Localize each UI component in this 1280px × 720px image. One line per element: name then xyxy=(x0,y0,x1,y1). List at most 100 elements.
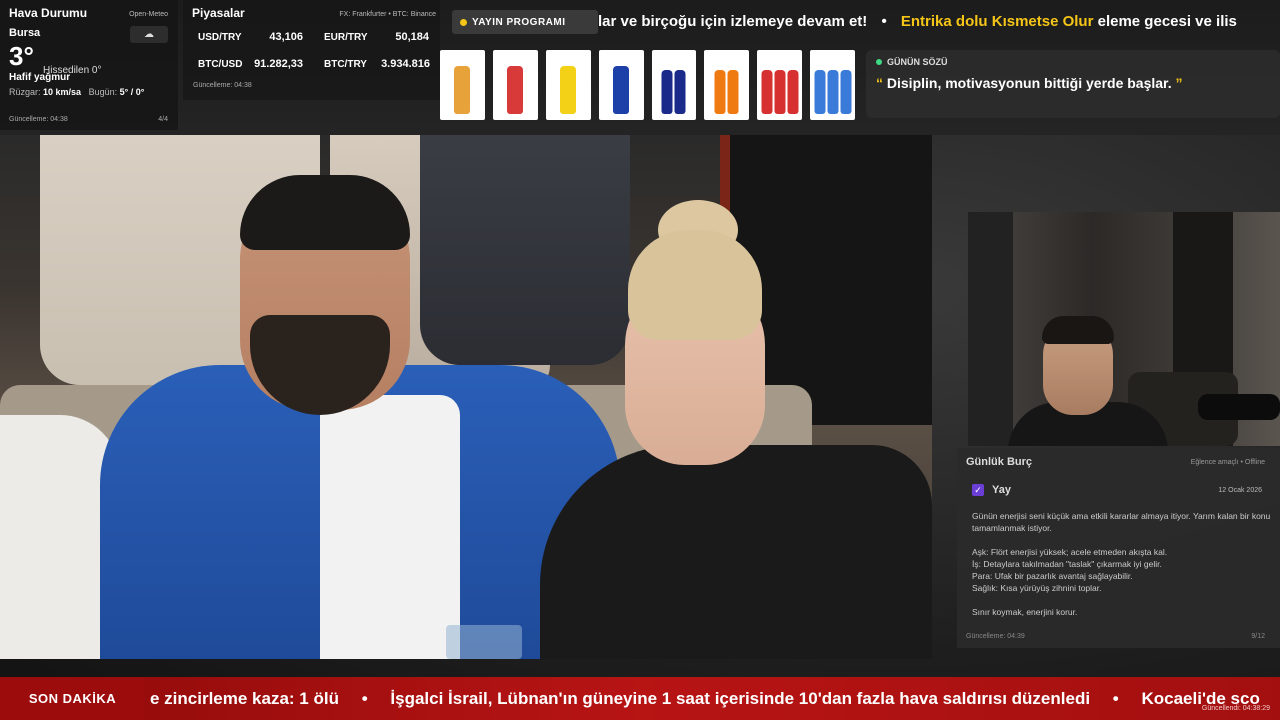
bottle-icon xyxy=(727,70,739,114)
market-pair: USD/TRY xyxy=(198,32,242,43)
market-value: 3.934.816 xyxy=(381,58,430,70)
markets-widget: Piyasalar FX: Frankfurter • BTC: Binance… xyxy=(183,0,440,100)
product-blue-can xyxy=(598,50,644,120)
webcam-feed xyxy=(968,212,1280,446)
news-item: e zincirleme kaza: 1 ölü xyxy=(150,689,339,708)
ticker-separator: • xyxy=(881,13,887,30)
market-pair: BTC/TRY xyxy=(324,59,367,70)
bottle-icon xyxy=(661,70,673,114)
breaking-news-updated: Güncellendi: 04:38:29 xyxy=(1201,705,1270,712)
dot-icon xyxy=(460,18,467,26)
weather-feels: Hissedilen 0° xyxy=(43,65,102,76)
horoscope-meta: Eğlence amaçlı • Offline xyxy=(1190,459,1265,466)
bottle-icon xyxy=(454,66,471,114)
horoscope-updated: Güncelleme: 04:39 xyxy=(966,633,1025,640)
quote-title: GÜNÜN SÖZÜ xyxy=(887,57,948,67)
bottle-icon xyxy=(507,66,524,114)
quote-close-mark: ” xyxy=(1175,75,1183,91)
horoscope-health: Sağlık: Kısa yürüyüş zihnini toplar. xyxy=(972,582,1272,594)
video-glass xyxy=(446,625,522,659)
money-label: Para: xyxy=(972,571,993,581)
cloud-rain-icon: ☁ xyxy=(130,26,168,43)
love-label: Aşk: xyxy=(972,547,989,557)
money-text: Ufak bir pazarlık avantaj sağlayabilir. xyxy=(994,571,1133,581)
video-man-shirt xyxy=(320,395,460,659)
schedule-badge: YAYIN PROGRAMI xyxy=(452,10,598,34)
product-orange-drink-bottles xyxy=(704,50,750,120)
product-water-bottles-blue xyxy=(810,50,855,120)
weather-page: 4/4 xyxy=(158,116,168,123)
weather-source: Open-Meteo xyxy=(129,11,168,18)
love-text: Flört enerjisi yüksek; acele etmeden akı… xyxy=(990,547,1168,557)
breaking-news-bar: SON DAKİKA e zincirleme kaza: 1 ölü • İş… xyxy=(0,677,1280,720)
horoscope-widget: Günlük Burç Eğlence amaçlı • Offline ✓ Y… xyxy=(957,448,1280,648)
markets-updated: Güncelleme: 04:38 xyxy=(193,82,252,89)
market-value: 50,184 xyxy=(395,31,429,43)
news-item: İşgalci İsrail, Lübnan'ın güneyine 1 saa… xyxy=(390,689,1091,708)
markets-source: FX: Frankfurter • BTC: Binance xyxy=(339,11,436,18)
check-icon: ✓ xyxy=(972,484,984,496)
bottle-icon xyxy=(613,66,630,114)
horoscope-date: 12 Ocak 2026 xyxy=(1218,486,1262,494)
quote-text-row: “ Disiplin, motivasyonun bittiği yerde b… xyxy=(876,75,1270,91)
top-bar: Hava Durumu Open-Meteo Bursa ☁ 3° Hissed… xyxy=(0,0,1280,135)
bottle-icon xyxy=(714,70,726,114)
video-woman-jacket xyxy=(540,445,932,659)
video-woman-hair xyxy=(628,230,762,340)
cam-door xyxy=(968,212,1013,446)
product-dark-blue-bottles xyxy=(651,50,697,120)
horoscope-work: İş: Detaylara takılmadan "taslak" çıkarm… xyxy=(972,558,1272,570)
work-text: Detaylara takılmadan "taslak" çıkarmak i… xyxy=(983,559,1162,569)
bottle-icon xyxy=(787,70,799,114)
microphone-icon xyxy=(1198,394,1280,420)
quote-open-mark: “ xyxy=(876,75,883,91)
product-lemon-soda-bottle xyxy=(440,50,485,120)
weather-widget: Hava Durumu Open-Meteo Bursa ☁ 3° Hissed… xyxy=(0,0,178,130)
market-pair: EUR/TRY xyxy=(324,32,368,43)
stream-overlay: Hava Durumu Open-Meteo Bursa ☁ 3° Hissed… xyxy=(0,0,1280,720)
news-separator: • xyxy=(361,689,368,708)
bottle-icon xyxy=(814,70,826,114)
wind-label: Rüzgar: xyxy=(9,87,41,97)
ticker-highlight: Entrika dolu Kısmetse Olur xyxy=(900,13,1094,30)
live-dot-icon xyxy=(876,59,882,65)
horoscope-sign: Yay xyxy=(992,484,1011,496)
work-label: İş: xyxy=(972,559,981,569)
weather-temp: 3° xyxy=(9,41,34,71)
schedule-label: YAYIN PROGRAMI xyxy=(472,16,566,28)
health-label: Sağlık: xyxy=(972,583,998,593)
horoscope-love: Aşk: Flört enerjisi yüksek; acele etmede… xyxy=(972,546,1272,558)
ticker-text: eleme gecesi ve ilis xyxy=(1097,13,1237,30)
quote-widget: GÜNÜN SÖZÜ “ Disiplin, motivasyonun bitt… xyxy=(866,50,1280,118)
horoscope-money: Para: Ufak bir pazarlık avantaj sağlayab… xyxy=(972,570,1272,582)
horoscope-intro: Günün enerjisi seni küçük ama etkili kar… xyxy=(972,511,1271,533)
product-yellow-juice-bottle xyxy=(545,50,591,120)
bottle-icon xyxy=(560,66,577,114)
today-value: 5° / 0° xyxy=(119,87,145,97)
market-value: 91.282,33 xyxy=(254,58,303,70)
horoscope-sign-row: ✓ Yay 12 Ocak 2026 xyxy=(972,481,1267,499)
cam-person-hair xyxy=(1042,316,1114,344)
quote-title-row: GÜNÜN SÖZÜ xyxy=(876,57,1270,67)
market-value: 43,106 xyxy=(269,31,303,43)
wind-value: 10 km/sa xyxy=(43,87,82,97)
market-pair: BTC/USD xyxy=(198,59,243,70)
breaking-news-ticker: e zincirleme kaza: 1 ölü • İşgalci İsrai… xyxy=(150,677,1280,720)
horoscope-page: 9/12 xyxy=(1251,633,1265,640)
horoscope-closing: Sınır koymak, enerjini korur. xyxy=(972,607,1078,617)
horoscope-body: Günün enerjisi seni küçük ama etkili kar… xyxy=(972,510,1272,618)
video-man-hair xyxy=(240,175,410,250)
bottle-icon xyxy=(840,70,852,114)
video-person-bg xyxy=(420,135,630,365)
health-text: Kısa yürüyüş zihnini toplar. xyxy=(1000,583,1102,593)
breaking-news-label: SON DAKİKA xyxy=(0,677,145,720)
product-water-bottle-red-label xyxy=(492,50,538,120)
bottle-icon xyxy=(774,70,786,114)
bottle-icon xyxy=(761,70,773,114)
product-assorted-drinks xyxy=(757,50,803,120)
top-ticker: lar ve birçoğu için izlemeye devam et! •… xyxy=(598,10,1280,34)
weather-details: Rüzgar: 10 km/sa Bugün: 5° / 0° xyxy=(9,87,169,97)
news-separator: • xyxy=(1112,689,1119,708)
weather-updated: Güncelleme: 04:38 xyxy=(9,116,68,123)
today-label: Bugün: xyxy=(88,87,118,97)
